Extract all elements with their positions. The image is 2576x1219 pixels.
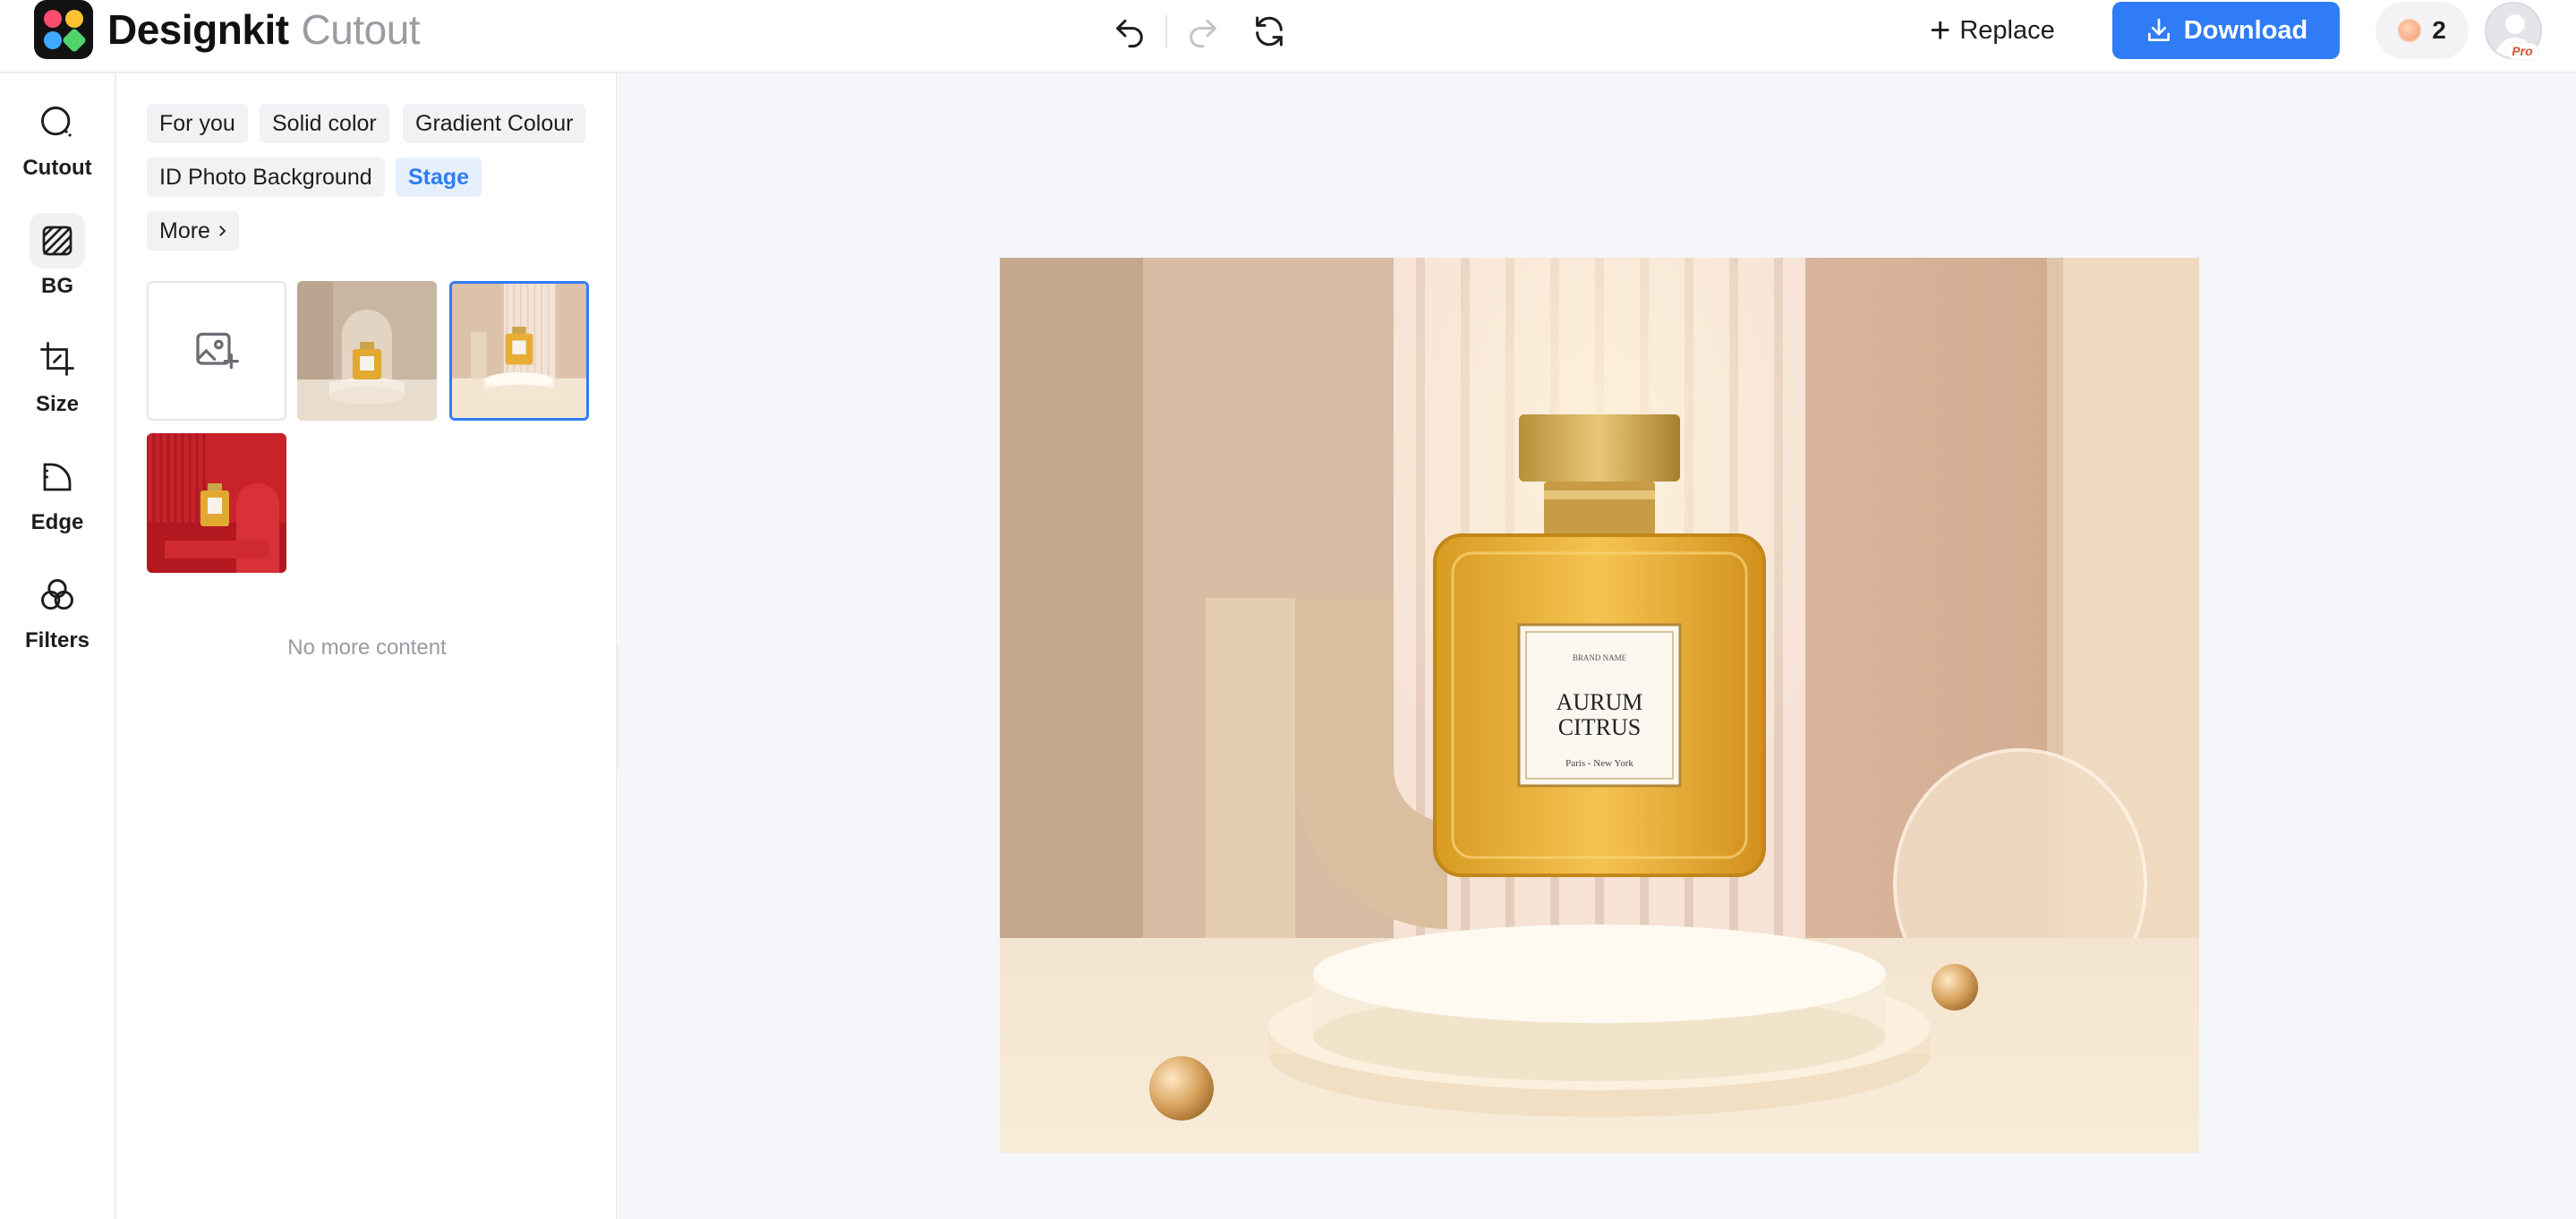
background-panel: For you Solid color Gradient Colour ID P… (116, 73, 618, 1219)
stage-thumbnail-2[interactable] (449, 281, 589, 421)
tab-for-you[interactable]: For you (147, 104, 248, 143)
app-title: Designkit Cutout (107, 5, 421, 54)
undo-button[interactable] (1106, 9, 1153, 54)
reset-button[interactable] (1246, 9, 1292, 54)
download-label: Download (2183, 15, 2308, 45)
add-image-icon (196, 332, 239, 370)
upload-background-button[interactable] (147, 281, 286, 421)
rail-item-cutout[interactable]: Cutout (0, 73, 115, 181)
perfume-stage-image: BRAND NAME AURUM CITRUS Paris - New York (1000, 258, 2199, 1153)
stage-thumbnail-1[interactable] (297, 281, 437, 421)
designkit-logo-icon (34, 0, 93, 59)
editor-canvas[interactable]: BRAND NAME AURUM CITRUS Paris - New York (618, 73, 2576, 1219)
pro-badge: Pro (2506, 43, 2538, 59)
replace-label: Replace (1959, 15, 2055, 45)
download-icon (2147, 18, 2170, 41)
more-button[interactable]: More (147, 211, 239, 251)
rail-item-size[interactable]: Size (0, 310, 115, 417)
stage-thumbnail-image (147, 433, 286, 573)
no-more-content-text: No more content (287, 635, 447, 660)
rail-label: Filters (24, 628, 90, 652)
credits-badge[interactable]: 2 (2376, 2, 2469, 59)
refresh-icon (1256, 16, 1283, 47)
product-name: Cutout (301, 6, 421, 53)
bg-icon (30, 213, 85, 269)
filters-icon (30, 567, 85, 623)
cutout-icon (30, 95, 85, 150)
crop-icon (30, 331, 85, 387)
rail-item-filters[interactable]: Filters (0, 546, 115, 653)
label-brand-name: BRAND NAME (1573, 653, 1627, 662)
download-button[interactable]: Download (2112, 2, 2340, 59)
redo-icon (1190, 19, 1216, 48)
stage-thumbnail-image (297, 281, 437, 421)
top-bar: Designkit Cutout + Replace Download 2 Pr… (0, 0, 2576, 73)
credits-count: 2 (2432, 16, 2446, 44)
label-product-name-1: AURUM (1557, 689, 1643, 715)
rail-label: Size (35, 392, 80, 416)
replace-button[interactable]: + Replace (1930, 11, 2055, 50)
redo-button[interactable] (1180, 9, 1226, 54)
brand-name: Designkit (107, 6, 289, 53)
tab-gradient-colour[interactable]: Gradient Colour (403, 104, 586, 143)
rail-label: Cutout (22, 156, 92, 180)
chevron-right-icon (219, 226, 226, 236)
rail-item-bg[interactable]: BG (0, 192, 115, 299)
tab-solid-color[interactable]: Solid color (260, 104, 389, 143)
plus-icon: + (1930, 11, 1951, 50)
label-product-name-2: CITRUS (1558, 714, 1641, 740)
rail-label: BG (41, 274, 73, 298)
label-subtitle: Paris - New York (1565, 758, 1633, 769)
app-logo[interactable]: Designkit Cutout (34, 0, 421, 59)
more-label: More (159, 217, 210, 243)
product-image-preview[interactable]: BRAND NAME AURUM CITRUS Paris - New York (1000, 258, 2199, 1153)
tab-id-photo-background[interactable]: ID Photo Background (147, 158, 385, 197)
rail-item-edge[interactable]: Edge (0, 428, 115, 535)
coin-icon (2398, 19, 2422, 42)
rail-label: Edge (30, 510, 84, 534)
stage-thumbnail-image (452, 284, 586, 418)
history-controls (1106, 9, 1292, 54)
tab-stage[interactable]: Stage (396, 158, 482, 197)
tool-rail: Cutout BG Size Edge Filters (0, 73, 116, 1219)
undo-icon (1116, 19, 1143, 48)
history-divider (1165, 15, 1167, 47)
edge-icon (30, 449, 85, 505)
stage-thumbnail-3[interactable] (147, 433, 286, 573)
avatar-head (2505, 14, 2525, 34)
